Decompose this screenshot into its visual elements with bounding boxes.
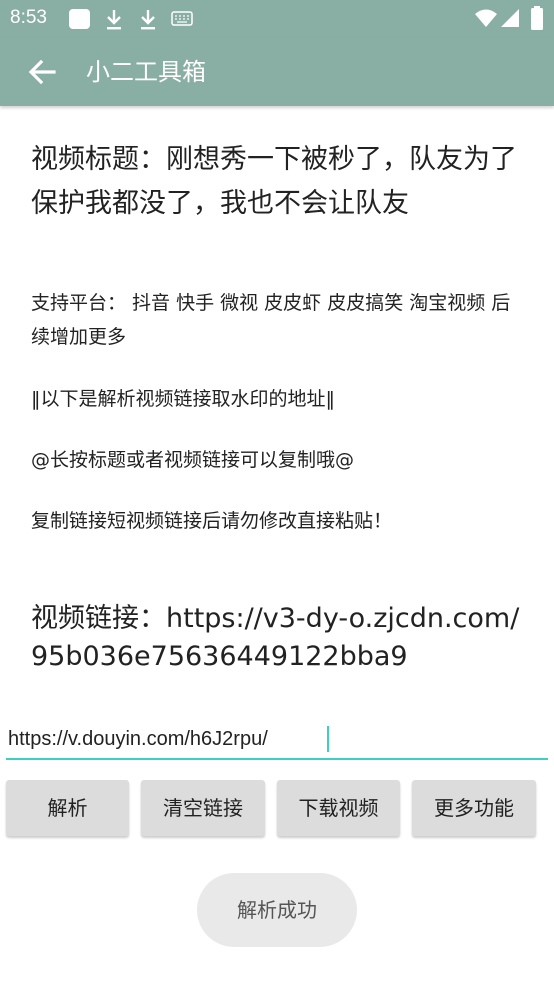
parse-button[interactable]: 解析 [6,780,129,836]
download-icon [107,10,121,30]
wifi-icon [475,9,497,27]
video-title[interactable]: 视频标题：刚想秀一下被秒了，队友为了保护我都没了，我也不会让队友 [31,138,531,226]
app-title: 小二工具箱 [86,58,206,86]
clear-link-button[interactable]: 清空链接 [141,780,265,836]
battery-icon [531,6,543,30]
app-bar: 小二工具箱 [0,38,554,106]
url-input[interactable] [6,720,548,760]
notification-square-icon [69,9,90,29]
video-link[interactable]: 视频链接：https://v3-dy-o.zjcdn.com/95b036e75… [31,600,531,676]
paste-hint-text: 复制链接短视频链接后请勿修改直接粘贴！ [31,510,393,532]
text-cursor [327,726,329,752]
keyboard-icon [171,11,193,26]
more-features-button[interactable]: 更多功能 [412,780,536,836]
copy-hint-text: @长按标题或者视频链接可以复制哦@ [31,449,355,471]
arrow-left-icon[interactable] [24,54,60,90]
status-bar: 8:53 [0,0,554,38]
status-time: 8:53 [10,7,47,28]
toast-message: 解析成功 [197,873,357,947]
parse-notice-text: ‖以下是解析视频链接取水印的地址‖ [31,388,336,410]
signal-icon [501,9,519,27]
supported-platforms-text: 支持平台： 抖音 快手 微视 皮皮虾 皮皮搞笑 淘宝视频 后续增加更多 [31,292,511,348]
download-video-button[interactable]: 下载视频 [277,780,400,836]
download-icon [141,10,155,30]
